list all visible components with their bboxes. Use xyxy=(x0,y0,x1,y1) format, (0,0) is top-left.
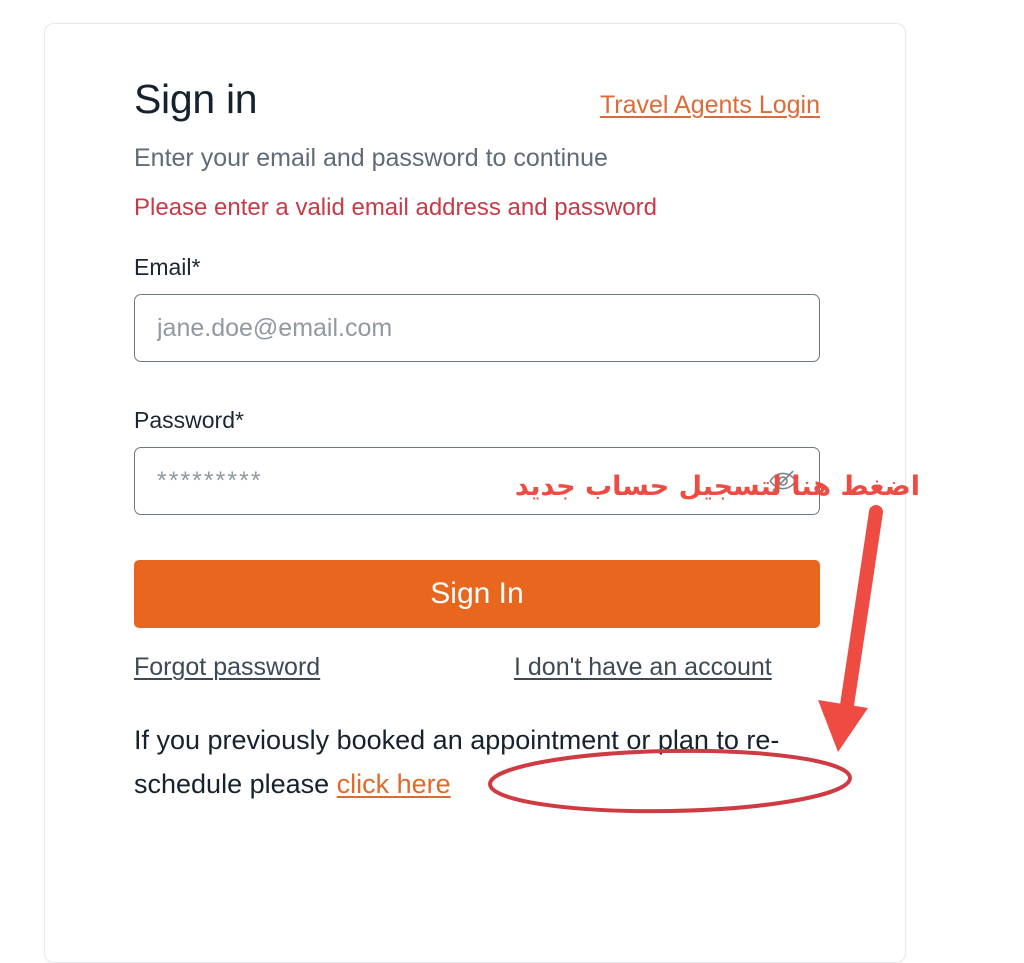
password-label: Password* xyxy=(134,407,244,433)
password-input-wrapper xyxy=(134,447,820,515)
footer-note: If you previously booked an appointment … xyxy=(134,718,820,806)
click-here-link[interactable]: click here xyxy=(337,769,451,799)
email-field-group: Email* xyxy=(134,253,820,362)
login-subtitle: Enter your email and password to continu… xyxy=(134,144,608,172)
travel-agents-login-link[interactable]: Travel Agents Login xyxy=(600,90,820,120)
sign-in-button[interactable]: Sign In xyxy=(134,560,820,628)
no-account-link[interactable]: I don't have an account xyxy=(514,651,772,683)
password-input[interactable] xyxy=(134,447,820,515)
login-error-message: Please enter a valid email address and p… xyxy=(134,194,657,221)
card-header: Sign in Travel Agents Login xyxy=(134,74,820,136)
eye-slash-icon[interactable] xyxy=(766,464,800,498)
email-input[interactable] xyxy=(134,294,820,362)
auth-links-row: Forgot password I don't have an account xyxy=(134,651,820,691)
page-title: Sign in xyxy=(134,76,258,122)
password-field-group: Password* xyxy=(134,406,820,515)
footer-note-text: If you previously booked an appointment … xyxy=(134,725,780,799)
forgot-password-link[interactable]: Forgot password xyxy=(134,651,320,683)
login-card-content: Sign in Travel Agents Login Enter your e… xyxy=(134,74,820,806)
email-label: Email* xyxy=(134,254,201,280)
login-card: Sign in Travel Agents Login Enter your e… xyxy=(44,23,906,963)
